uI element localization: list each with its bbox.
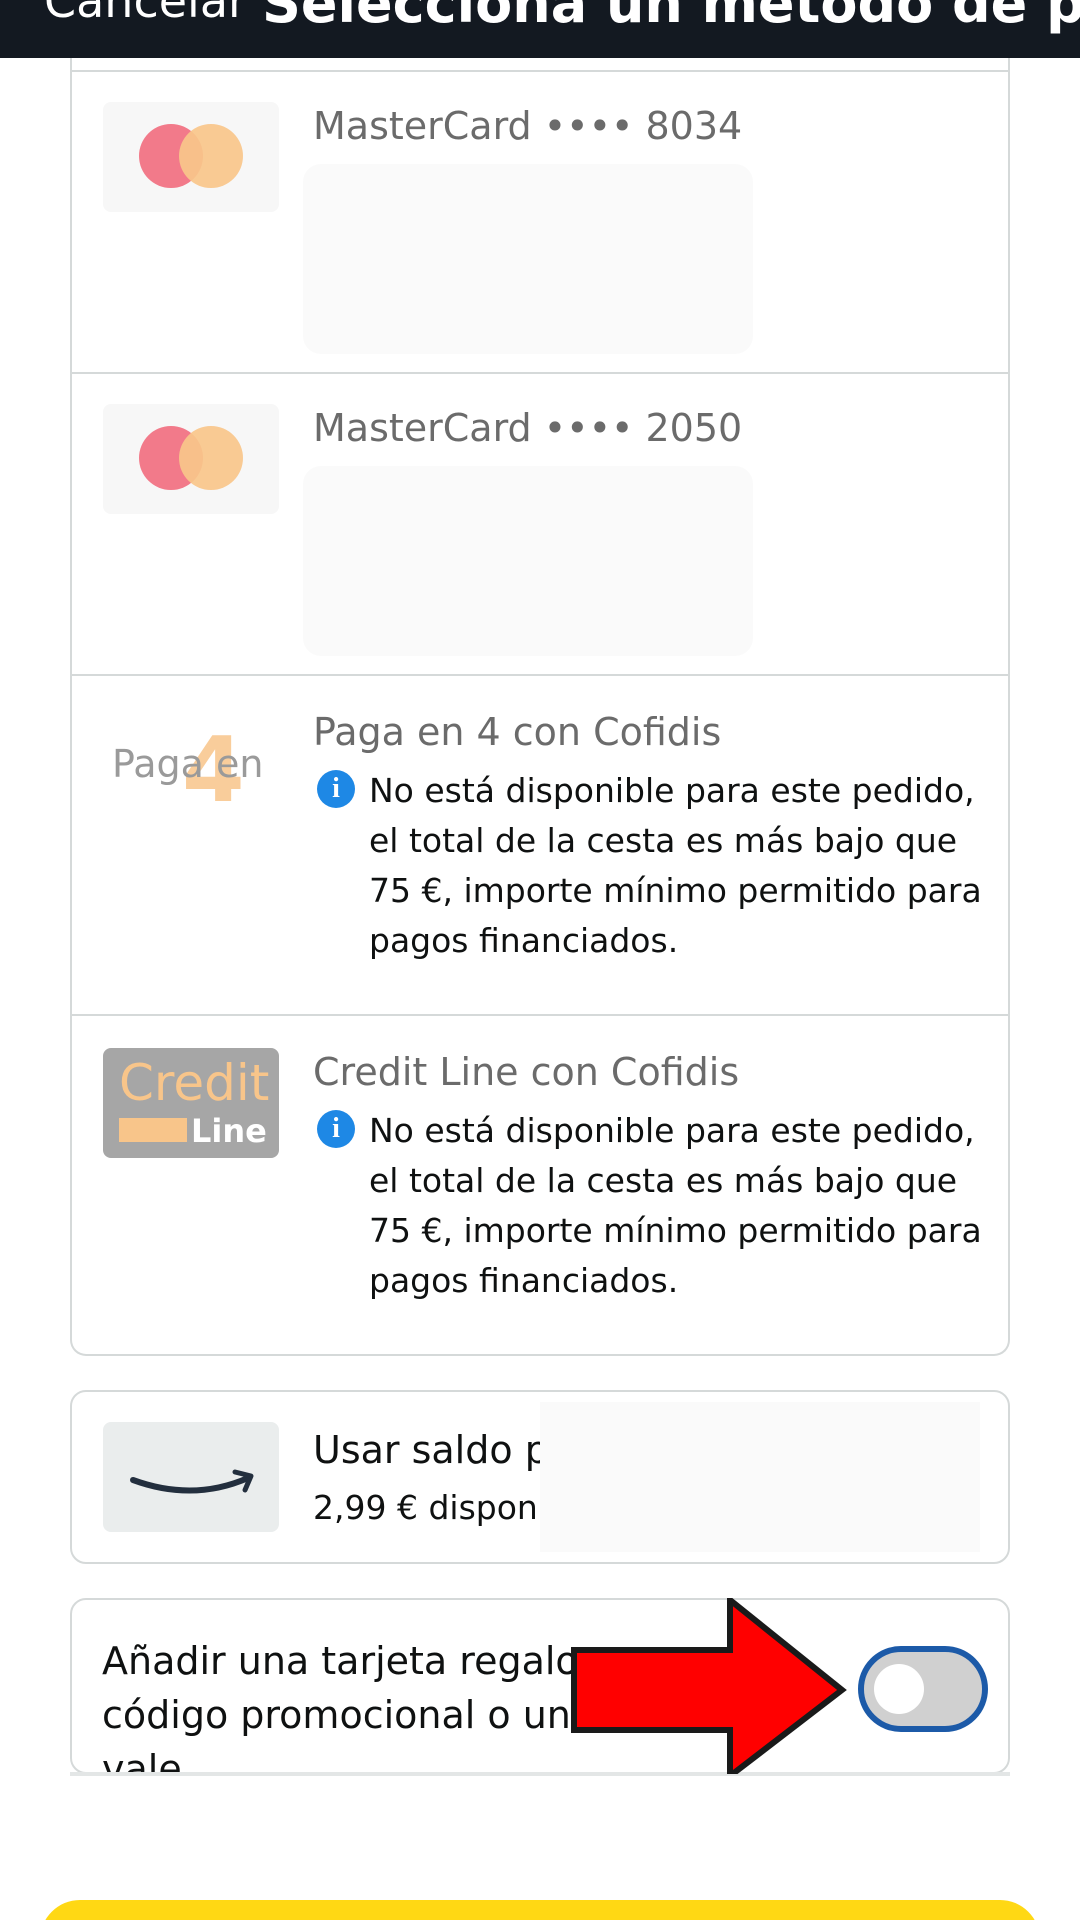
option-label: Credit Line con Cofidis xyxy=(313,1050,740,1094)
cancel-button[interactable]: Cancelar xyxy=(44,0,247,28)
page-title: Selecciona un método de pag... xyxy=(262,0,1080,35)
card-label: MasterCard •••• 8034 xyxy=(313,104,743,148)
continue-button[interactable] xyxy=(40,1900,1040,1920)
redacted-area xyxy=(303,466,753,656)
info-icon: i xyxy=(317,770,355,808)
option-label: Paga en 4 con Cofidis xyxy=(313,710,722,754)
amazon-balance-option[interactable]: Usar saldo p 2,99 € disponi xyxy=(70,1390,1010,1564)
notice-text: No está disponible para este pedido, el … xyxy=(369,771,982,960)
credit-logo-bar xyxy=(119,1118,187,1142)
payment-option-paga-en-4: 4 Paga en Paga en 4 con Cofidis i No est… xyxy=(72,676,1008,1016)
balance-available: 2,99 € disponi xyxy=(313,1488,547,1527)
notice-text: No está disponible para este pedido, el … xyxy=(369,1111,982,1300)
payment-option-credit-line: Credit Line Credit Line con Cofidis i No… xyxy=(72,1016,1008,1354)
divider xyxy=(70,1772,1010,1776)
credit-logo-word: Credit xyxy=(119,1054,270,1112)
mastercard-icon xyxy=(103,404,279,514)
card-label: MasterCard •••• 2050 xyxy=(313,406,743,450)
gift-card-toggle[interactable] xyxy=(858,1646,988,1732)
top-bar: Cancelar Selecciona un método de pag... xyxy=(0,0,1080,58)
redacted-area xyxy=(303,164,753,354)
toggle-knob xyxy=(874,1664,924,1714)
info-icon: i xyxy=(317,1110,355,1148)
credit-line-logo: Credit Line xyxy=(103,1048,279,1158)
credit-logo-line: Line xyxy=(191,1112,267,1150)
payment-methods-list: MasterCard •••• 8034 MasterCard •••• 205… xyxy=(70,58,1010,1356)
balance-title: Usar saldo p xyxy=(313,1428,549,1472)
payment-option-mastercard-2050[interactable]: MasterCard •••• 2050 xyxy=(72,374,1008,676)
payment-option-mastercard-8034[interactable]: MasterCard •••• 8034 xyxy=(72,72,1008,374)
paga-en-4-logo: 4 Paga en xyxy=(102,716,282,826)
mastercard-icon xyxy=(103,102,279,212)
mastercard-yellow-circle xyxy=(179,124,243,188)
add-gift-card-option[interactable]: Añadir una tarjeta regalo, código promoc… xyxy=(70,1598,1010,1774)
red-arrow-annotation xyxy=(571,1598,847,1774)
redacted-area xyxy=(540,1402,980,1552)
mastercard-yellow-circle xyxy=(179,426,243,490)
paga-logo-text: Paga en xyxy=(112,742,264,786)
previous-row-edge xyxy=(72,58,1008,72)
amazon-smile-icon xyxy=(103,1422,279,1532)
